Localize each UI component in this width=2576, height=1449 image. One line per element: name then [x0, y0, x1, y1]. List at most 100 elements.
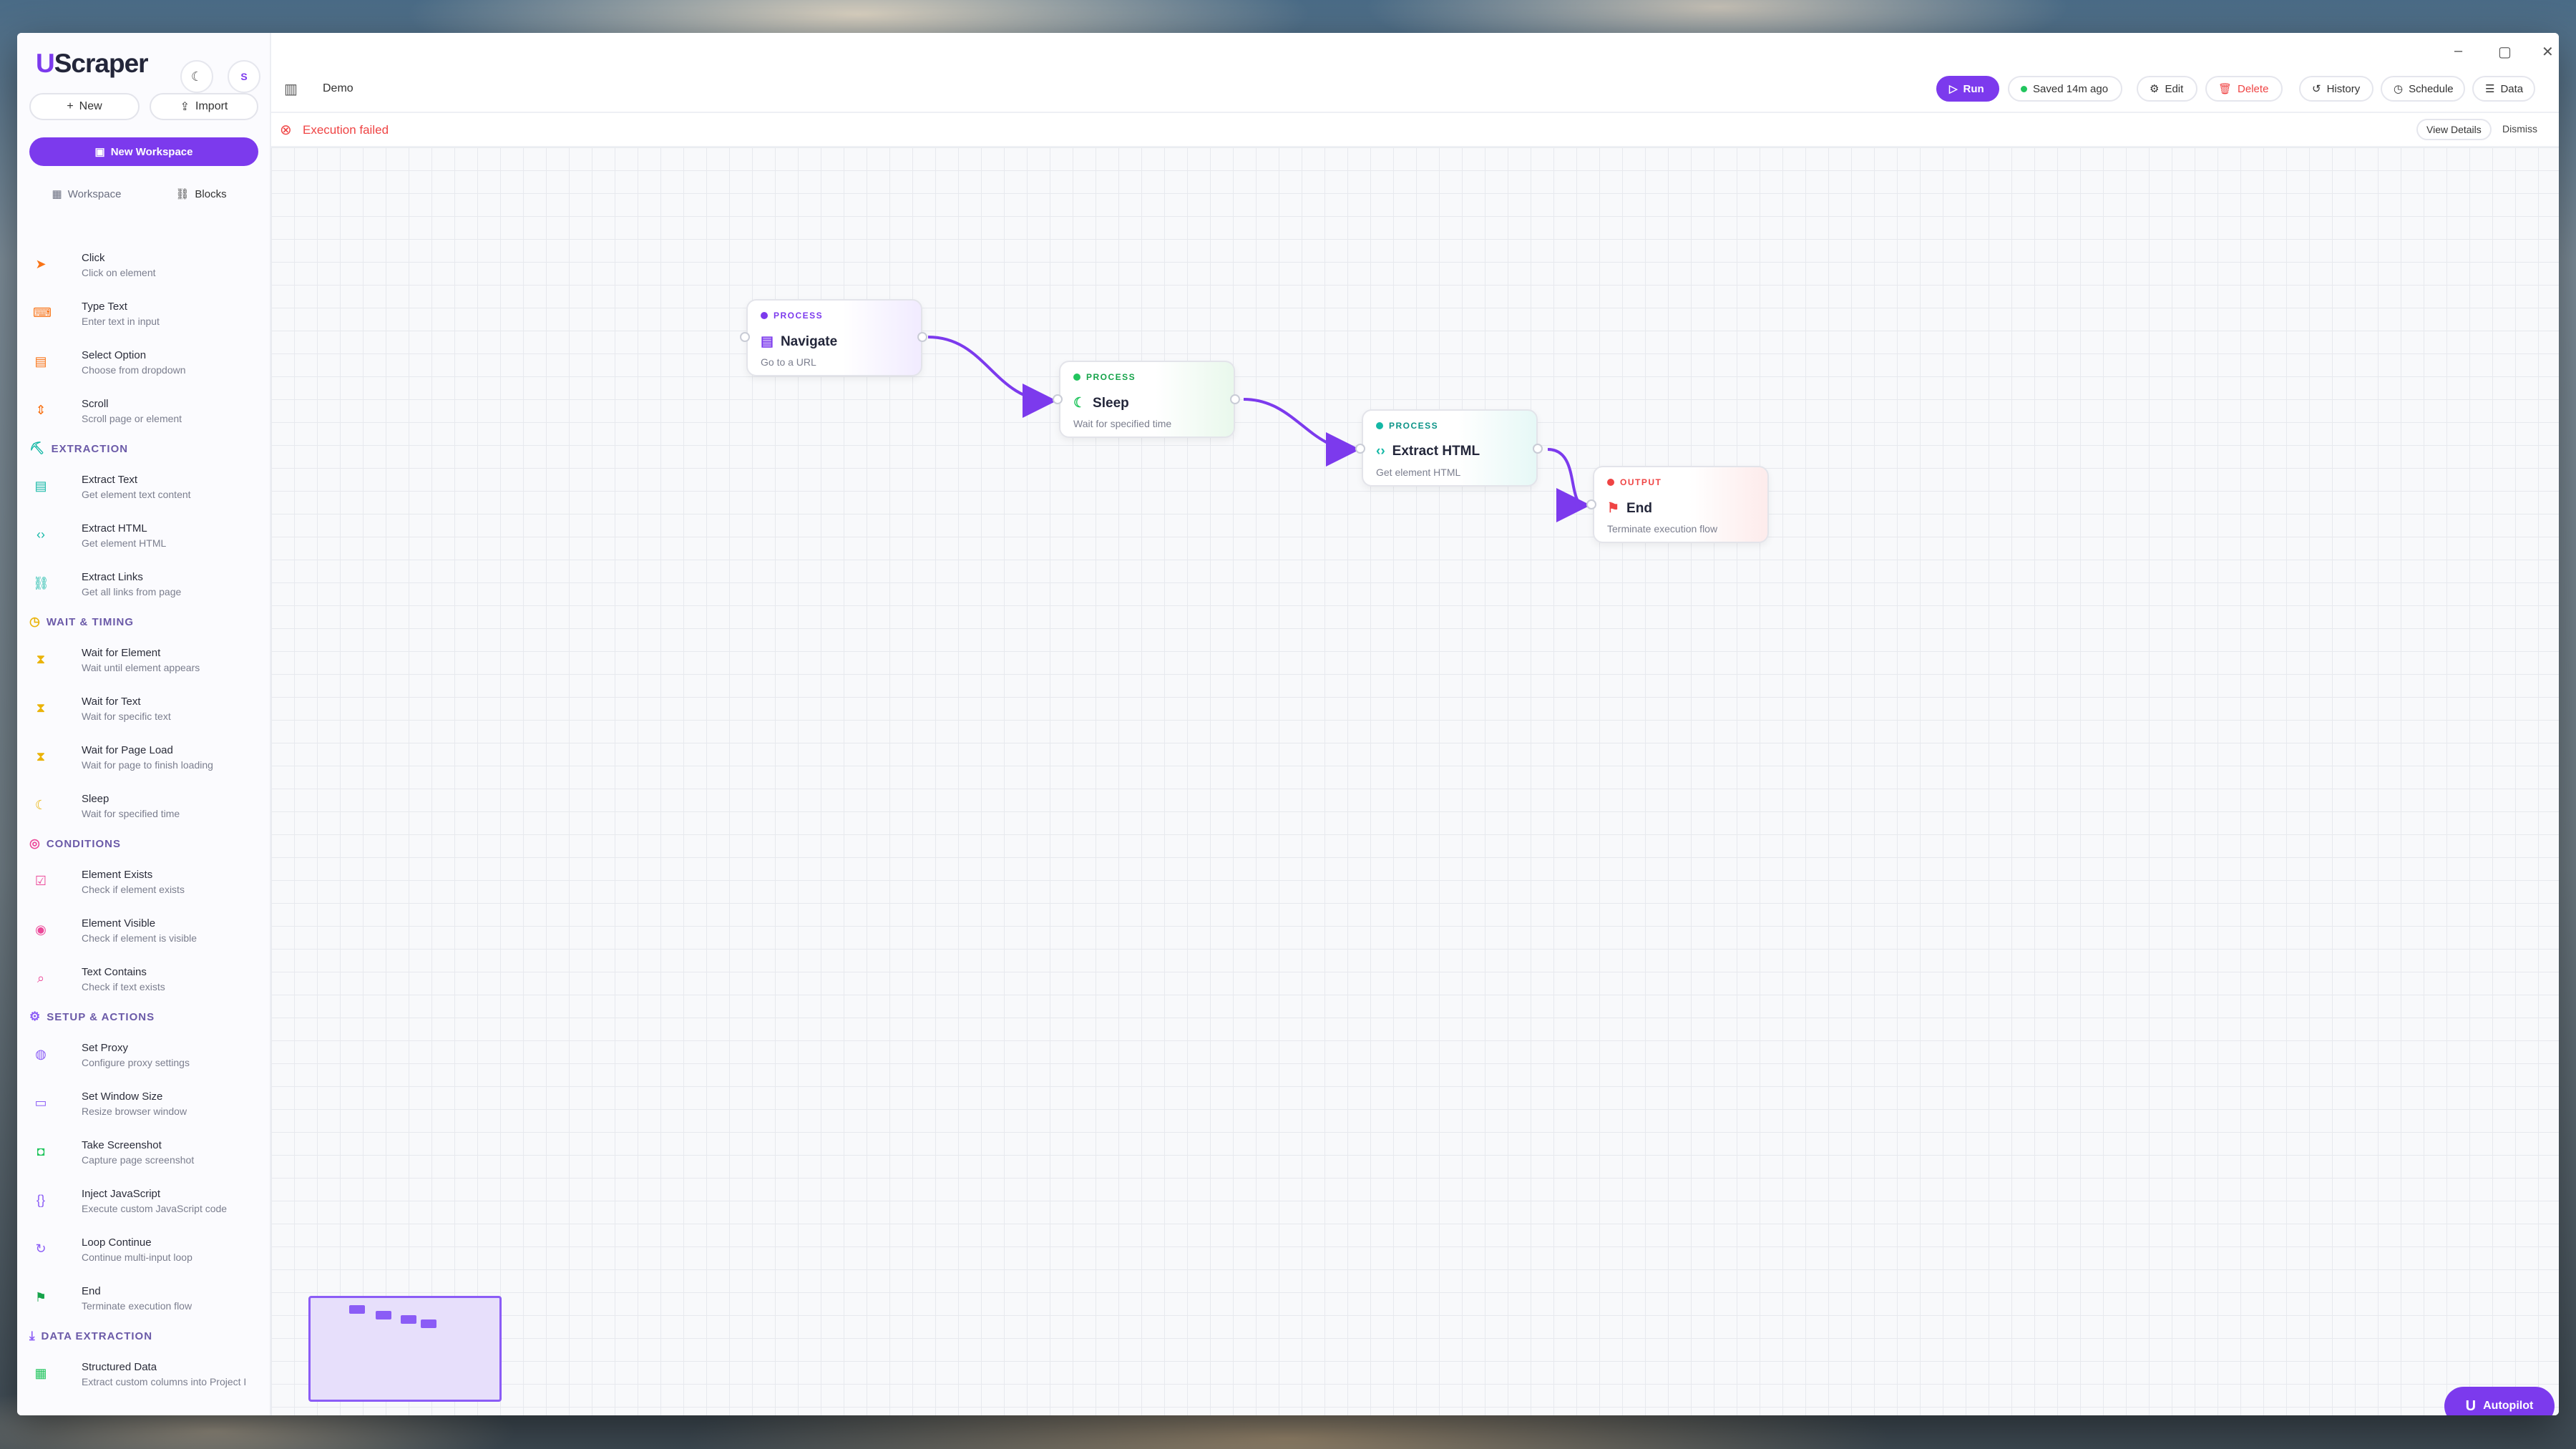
- run-button[interactable]: ▷ Run: [1936, 76, 1999, 102]
- minimap[interactable]: [308, 1296, 502, 1402]
- error-icon: ⊗: [280, 122, 292, 138]
- block-inject-javascript[interactable]: {} Inject JavaScript Execute custom JavaSc…: [17, 1176, 271, 1225]
- schedule-button[interactable]: ◷ Schedule: [2381, 76, 2465, 102]
- gear-icon: ⚙: [2150, 83, 2160, 95]
- autopilot-button[interactable]: U Autopilot: [2444, 1387, 2555, 1415]
- user-avatar-button[interactable]: S: [228, 60, 260, 93]
- node-extract-html[interactable]: PROCESS ‹› Extract HTML Get element HTML: [1362, 409, 1538, 487]
- block-sleep[interactable]: ☾ Sleep Wait for specified time: [17, 781, 271, 830]
- play-icon: ▷: [1949, 83, 1958, 95]
- history-button[interactable]: ↺ History: [2299, 76, 2373, 102]
- block-title: Structured Data: [82, 1360, 157, 1373]
- category-label: OUTPUT: [1620, 477, 1662, 487]
- close-icon[interactable]: ✕: [2542, 43, 2554, 61]
- block-click[interactable]: ➤ Click Click on element: [17, 240, 271, 289]
- text-search-icon: ⌕: [36, 971, 45, 985]
- section-wait-timing: ◷ WAIT & TIMING: [17, 608, 271, 635]
- block-element-exists[interactable]: ☑ Element Exists Check if element exists: [17, 857, 271, 906]
- node-end[interactable]: OUTPUT ⚑ End Terminate execution flow: [1593, 466, 1769, 543]
- delete-button[interactable]: 🗑 Delete: [2205, 76, 2283, 102]
- database-icon: ☰: [2485, 83, 2495, 95]
- block-text-contains[interactable]: ⌕ Text Contains Check if text exists: [17, 955, 271, 1003]
- category-dot: [1376, 422, 1383, 429]
- flag-icon: ⚑: [34, 1290, 47, 1304]
- node-category: OUTPUT: [1607, 477, 1662, 487]
- block-wait-element[interactable]: ⧗ Wait for Element Wait until element appe…: [17, 635, 271, 684]
- sidebar-toggle-icon[interactable]: ▥: [284, 80, 298, 98]
- braces-icon: {}: [36, 1193, 46, 1207]
- minimap-node: [376, 1311, 391, 1319]
- block-wait-page-load[interactable]: ⧗ Wait for Page Load Wait for page to fini…: [17, 733, 271, 781]
- theme-toggle-button[interactable]: ☾: [180, 60, 213, 93]
- minimize-icon[interactable]: –: [2454, 43, 2462, 59]
- globe-icon: ◍: [35, 1047, 47, 1061]
- block-end[interactable]: ⚑ End Terminate execution flow: [17, 1274, 271, 1322]
- port-in[interactable]: [1053, 394, 1063, 404]
- tab-blocks[interactable]: ⛓ Blocks: [144, 180, 258, 208]
- block-desc: Get element text content: [82, 488, 191, 500]
- block-element-visible[interactable]: ◉ Element Visible Check if element is visi…: [17, 906, 271, 955]
- new-workspace-button[interactable]: ▣ New Workspace: [29, 137, 258, 166]
- node-title: ⚑ End: [1607, 500, 1652, 517]
- block-take-screenshot[interactable]: ◘ Take Screenshot Capture page screenshot: [17, 1128, 271, 1176]
- block-desc: Extract custom columns into Project I: [82, 1375, 247, 1387]
- block-type-text[interactable]: ⌨ Type Text Enter text in input: [17, 289, 271, 338]
- node-desc: Terminate execution flow: [1607, 523, 1718, 535]
- block-desc: Terminate execution flow: [82, 1299, 192, 1312]
- node-category: PROCESS: [1376, 421, 1438, 431]
- dismiss-button[interactable]: Dismiss: [2502, 123, 2537, 135]
- block-set-window-size[interactable]: ▭ Set Window Size Resize browser window: [17, 1079, 271, 1128]
- block-desc: Continue multi-input loop: [82, 1251, 192, 1263]
- node-sleep[interactable]: PROCESS ☾ Sleep Wait for specified time: [1059, 361, 1235, 438]
- block-wait-text[interactable]: ⧗ Wait for Text Wait for specific text: [17, 684, 271, 733]
- history-label: History: [2326, 82, 2361, 95]
- block-desc: Check if element exists: [82, 883, 185, 895]
- block-set-proxy[interactable]: ◍ Set Proxy Configure proxy settings: [17, 1030, 271, 1079]
- block-extract-links[interactable]: ⛓ Extract Links Get all links from page: [17, 560, 271, 608]
- block-extract-html[interactable]: ‹› Extract HTML Get element HTML: [17, 511, 271, 560]
- trash-icon: 🗑: [2218, 83, 2233, 95]
- block-extract-text[interactable]: ▤ Extract Text Get element text content: [17, 462, 271, 511]
- block-title: Wait for Page Load: [82, 743, 173, 756]
- edit-button[interactable]: ⚙ Edit: [2137, 76, 2197, 102]
- edge-navigate-sleep: [927, 336, 1057, 418]
- port-out[interactable]: [1533, 444, 1543, 454]
- category-dot: [1607, 479, 1614, 486]
- saved-status: Saved 14m ago: [2008, 76, 2122, 102]
- port-out[interactable]: [917, 332, 927, 342]
- view-details-button[interactable]: View Details: [2416, 119, 2492, 140]
- node-category: PROCESS: [1073, 372, 1136, 382]
- port-in[interactable]: [1586, 499, 1596, 509]
- block-desc: Wait for specific text: [82, 710, 171, 722]
- workflow-canvas[interactable]: PROCESS ▤ Navigate Go to a URL PROCESS ☾ S…: [271, 147, 2559, 1415]
- port-in[interactable]: [1355, 444, 1365, 454]
- block-desc: Get all links from page: [82, 585, 182, 597]
- node-navigate[interactable]: PROCESS ▤ Navigate Go to a URL: [746, 299, 922, 376]
- block-structured-data[interactable]: ▦ Structured Data Extract custom columns i…: [17, 1350, 271, 1398]
- new-button[interactable]: + New: [29, 93, 140, 120]
- block-title: Set Proxy: [82, 1041, 129, 1054]
- section-label: SETUP & ACTIONS: [47, 1010, 155, 1023]
- minimap-node: [401, 1315, 416, 1324]
- port-in[interactable]: [740, 332, 750, 342]
- hourglass-icon: ⧗: [36, 652, 46, 666]
- tab-workspace[interactable]: ▦ Workspace: [29, 180, 144, 208]
- maximize-icon[interactable]: ▢: [2498, 43, 2512, 61]
- block-scroll[interactable]: ⇕ Scroll Scroll page or element: [17, 386, 271, 435]
- block-select-option[interactable]: ▤ Select Option Choose from dropdown: [17, 338, 271, 386]
- block-title: Type Text: [82, 300, 127, 313]
- autopilot-logo-icon: U: [2465, 1397, 2477, 1414]
- block-title: Element Exists: [82, 868, 153, 881]
- port-out[interactable]: [1230, 394, 1240, 404]
- download-icon: ⤓: [29, 1329, 36, 1342]
- list-icon: ▤: [34, 354, 47, 369]
- import-button[interactable]: ⇪ Import: [150, 93, 258, 120]
- connection-lines: [927, 336, 1591, 522]
- block-loop-continue[interactable]: ↻ Loop Continue Continue multi-input loop: [17, 1225, 271, 1274]
- scroll-icon: ⇕: [35, 403, 47, 417]
- data-button[interactable]: ☰ Data: [2472, 76, 2535, 102]
- edge-extract-end: [1547, 448, 1591, 522]
- section-label: EXTRACTION: [51, 442, 129, 455]
- upload-icon: ⇪: [180, 101, 190, 113]
- block-desc: Enter text in input: [82, 315, 160, 327]
